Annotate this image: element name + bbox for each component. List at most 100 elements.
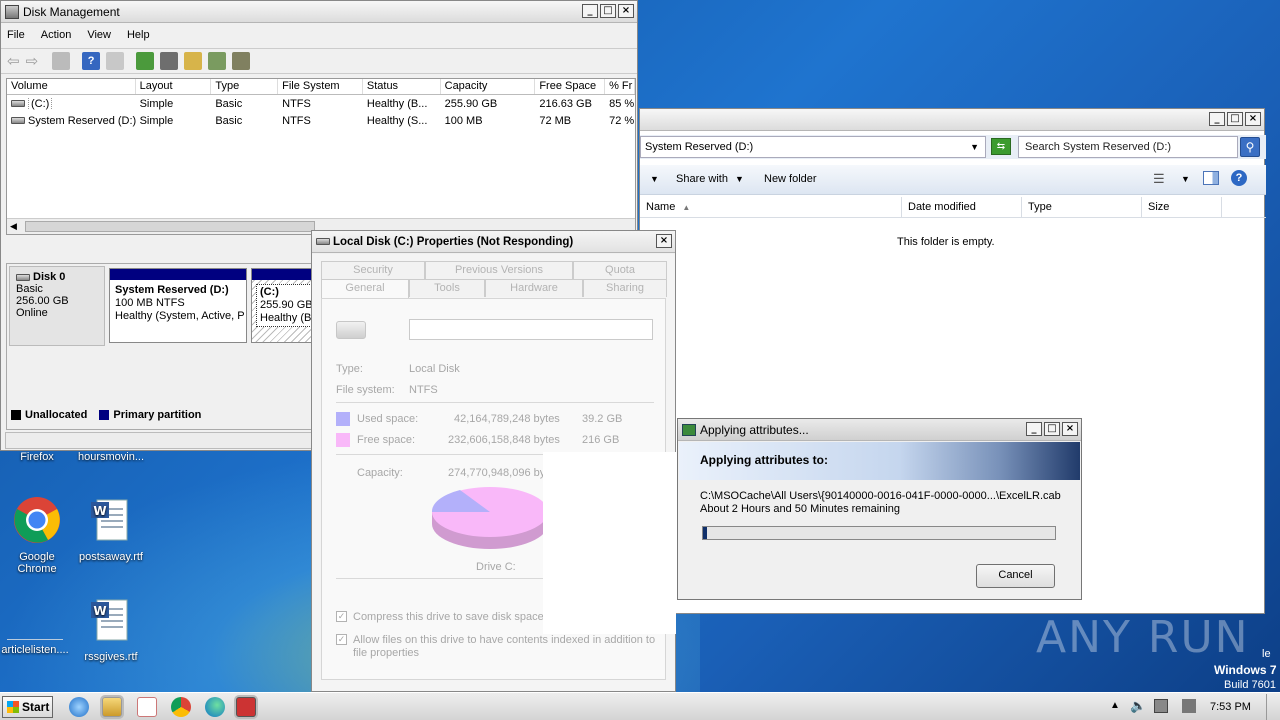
refresh-icon[interactable]: ⇆ xyxy=(991,138,1011,155)
help-icon[interactable]: ? xyxy=(82,52,101,70)
network-icon[interactable] xyxy=(1154,699,1168,713)
chevron-down-icon[interactable]: ▼ xyxy=(1181,174,1190,184)
show-desktop-button[interactable] xyxy=(1266,694,1278,720)
explorer-column-header: Name ▲ Date modified Type Size xyxy=(640,197,1266,218)
cell-file-system: NTFS xyxy=(282,114,311,127)
cell-type: Basic xyxy=(215,114,243,127)
search-input[interactable]: Search System Reserved (D:) xyxy=(1018,136,1238,158)
console-tree-icon[interactable] xyxy=(52,52,71,70)
edge-icon[interactable] xyxy=(205,697,225,717)
properties-titlebar[interactable]: Local Disk (C:) Properties (Not Respondi… xyxy=(312,231,675,253)
disk-name: Disk 0 xyxy=(33,271,66,283)
drive-icon xyxy=(11,117,25,125)
minimize-icon[interactable]: _ xyxy=(582,4,598,18)
close-icon[interactable]: × xyxy=(656,234,672,248)
search-icon[interactable]: ⚲ xyxy=(1240,137,1260,157)
preview-pane-icon[interactable] xyxy=(1203,171,1219,185)
close-icon[interactable]: × xyxy=(1062,422,1078,436)
flag-icon[interactable] xyxy=(1182,699,1196,713)
maximize-icon[interactable]: □ xyxy=(600,4,616,18)
scroll-left-icon[interactable]: ◀ xyxy=(10,221,17,232)
column-type[interactable]: Type xyxy=(211,79,279,94)
column-layout[interactable]: Layout xyxy=(136,79,212,94)
tray-expand-icon[interactable]: ▲ xyxy=(1110,700,1120,711)
menu-view[interactable]: View xyxy=(87,29,111,41)
desktop-icon-firefox[interactable]: Firefox xyxy=(2,451,72,463)
column-capacity[interactable]: Capacity xyxy=(441,79,536,94)
menu-action[interactable]: Action xyxy=(41,29,72,41)
column-volume[interactable]: Volume xyxy=(7,79,136,94)
window-title: Disk Management xyxy=(23,4,120,19)
desktop-icon-postsaway[interactable]: W postsaway.rtf xyxy=(76,496,146,563)
disk-management-icon xyxy=(5,4,19,19)
volume-row[interactable]: (C:) Simple Basic NTFS Healthy (B... 255… xyxy=(7,95,635,112)
explorer-titlebar[interactable]: _ □ × xyxy=(640,109,1264,131)
maximize-icon[interactable]: □ xyxy=(1227,112,1243,126)
disk-management-taskbar-icon[interactable] xyxy=(236,697,256,717)
rescan-icon[interactable] xyxy=(160,52,179,70)
forward-icon[interactable]: ⇨ xyxy=(26,52,39,70)
column-percent-free[interactable]: % Fr xyxy=(605,79,636,94)
disk-management-titlebar[interactable]: Disk Management _ □ × xyxy=(1,1,637,23)
properties-icon[interactable] xyxy=(106,52,125,70)
media-player-icon[interactable] xyxy=(137,697,157,717)
partition-system-reserved[interactable]: System Reserved (D:) 100 MB NTFS Healthy… xyxy=(109,268,247,343)
desktop-icon-label: rssgives.rtf xyxy=(84,651,138,663)
ie-icon[interactable] xyxy=(69,697,89,717)
cell-percent-free: 72 % xyxy=(609,114,635,127)
chevron-down-icon[interactable]: ▼ xyxy=(650,174,659,184)
explorer-folder-icon[interactable] xyxy=(102,697,122,717)
menu-file[interactable]: File xyxy=(7,29,25,41)
address-field[interactable]: System Reserved (D:) ▼ xyxy=(640,136,986,158)
cell-capacity: 255.90 GB xyxy=(444,97,498,110)
progress-titlebar[interactable]: Applying attributes... _ □ × xyxy=(678,419,1081,441)
open-folder-icon[interactable] xyxy=(184,52,203,70)
disk-size: 256.00 GB xyxy=(16,295,69,307)
disk-0-panel[interactable]: Disk 0 Basic 256.00 GB Online xyxy=(9,266,105,346)
share-with-button[interactable]: Share with ▼ xyxy=(676,173,744,185)
progress-heading: Applying attributes to: xyxy=(700,453,828,467)
chrome-icon[interactable] xyxy=(171,697,191,717)
desktop-icon-label: hoursmovin... xyxy=(77,451,145,463)
column-size[interactable]: Size xyxy=(1142,197,1222,217)
applying-attributes-dialog: Applying attributes... _ □ × Applying at… xyxy=(677,418,1082,600)
maximize-icon[interactable]: □ xyxy=(1044,422,1060,436)
back-icon[interactable]: ⇦ xyxy=(7,52,20,70)
desktop-icon-hoursmovin[interactable]: hoursmovin... xyxy=(74,451,148,463)
volume-row[interactable]: System Reserved (D:) Simple Basic NTFS H… xyxy=(7,112,635,129)
view-options-icon[interactable]: ☰ xyxy=(1153,171,1165,187)
column-file-system[interactable]: File System xyxy=(278,79,363,94)
close-icon[interactable]: × xyxy=(618,4,634,18)
column-free-space[interactable]: Free Space xyxy=(535,79,606,94)
progress-bar-fill xyxy=(703,527,707,539)
column-type[interactable]: Type xyxy=(1022,197,1142,217)
column-date-modified[interactable]: Date modified xyxy=(902,197,1022,217)
menu-help[interactable]: Help xyxy=(127,29,150,41)
desktop-icon-chrome[interactable]: Google Chrome xyxy=(2,496,72,575)
progress-remaining: About 2 Hours and 50 Minutes remaining xyxy=(700,503,900,515)
chevron-down-icon[interactable]: ▼ xyxy=(970,137,979,157)
taskbar: Start ▲ 🔈 7:53 PM xyxy=(0,692,1280,720)
column-name[interactable]: Name ▲ xyxy=(640,197,902,217)
minimize-icon[interactable]: _ xyxy=(1209,112,1225,126)
disk-type: Basic xyxy=(16,283,43,295)
close-icon[interactable]: × xyxy=(1245,112,1261,126)
search-icon[interactable] xyxy=(208,52,227,70)
refresh-icon[interactable] xyxy=(136,52,155,70)
help-icon[interactable]: ? xyxy=(1231,170,1247,186)
settings-icon[interactable] xyxy=(232,52,251,70)
cancel-button[interactable]: Cancel xyxy=(976,564,1055,588)
clock[interactable]: 7:53 PM xyxy=(1210,701,1251,713)
desktop-icon-articlelisten[interactable]: articlelisten.... xyxy=(0,618,70,656)
desktop-icon-rssgives[interactable]: W rssgives.rtf xyxy=(76,596,146,663)
scrollbar-thumb[interactable] xyxy=(25,221,315,232)
partition-c[interactable]: (C:) 255.90 GB N Healthy (Bo xyxy=(251,268,317,343)
cell-file-system: NTFS xyxy=(282,97,311,110)
column-status[interactable]: Status xyxy=(363,79,441,94)
new-folder-button[interactable]: New folder xyxy=(764,173,817,185)
partition-name: System Reserved (D:) xyxy=(115,284,229,296)
minimize-icon[interactable]: _ xyxy=(1026,422,1042,436)
share-with-label: Share with xyxy=(676,173,728,185)
start-button[interactable]: Start xyxy=(2,696,53,718)
speaker-icon[interactable]: 🔈 xyxy=(1130,698,1146,714)
